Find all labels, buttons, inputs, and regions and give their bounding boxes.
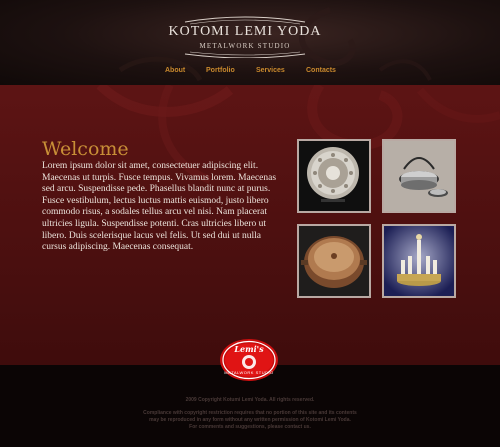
- badge-title: Lemi's: [234, 344, 264, 354]
- footer-badge[interactable]: Lemi's METALWORK STUDIO: [219, 338, 279, 382]
- welcome-heading: Welcome: [42, 138, 129, 160]
- legal-line-2: may be reproduced in any form without an…: [149, 417, 351, 423]
- gallery-thumb-kettle[interactable]: [382, 139, 456, 213]
- logo-title: Kotomi Lemi Yoda: [168, 24, 322, 39]
- gallery-thumb-plate[interactable]: [297, 139, 371, 213]
- silver-kettle-image: [384, 141, 454, 211]
- nav-about[interactable]: About: [165, 67, 185, 74]
- copper-pot-image: [299, 226, 369, 296]
- page: Kotomi Lemi Yoda Metalwork Studio About …: [0, 0, 500, 447]
- gallery-thumb-candle-holder[interactable]: [382, 224, 456, 298]
- site-logo[interactable]: Kotomi Lemi Yoda Metalwork Studio: [165, 14, 325, 58]
- main-nav: About Portfolio Services Contacts: [0, 67, 500, 79]
- logo-subtitle: Metalwork Studio: [199, 42, 291, 50]
- gallery-thumb-pot[interactable]: [297, 224, 371, 298]
- candle-holder-image: [384, 226, 454, 296]
- decorative-plate-image: [299, 141, 369, 211]
- nav-services[interactable]: Services: [256, 67, 285, 74]
- welcome-text: Lorem ipsum dolor sit amet, consectetuer…: [42, 161, 277, 253]
- legal-line-3: For comments and suggestions, please con…: [189, 424, 311, 430]
- legal-text: Compliance with copyright restriction re…: [110, 410, 390, 431]
- nav-portfolio[interactable]: Portfolio: [206, 67, 235, 74]
- badge-subtitle: METALWORK STUDIO: [224, 370, 274, 375]
- main-content: Welcome Lorem ipsum dolor sit amet, cons…: [0, 85, 500, 365]
- site-header: Kotomi Lemi Yoda Metalwork Studio About …: [0, 0, 500, 85]
- legal-line-1: Compliance with copyright restriction re…: [143, 410, 357, 416]
- nav-contacts[interactable]: Contacts: [306, 67, 336, 74]
- copyright-text: 2009 Copyright Kotumi Lemi Yoda. All rig…: [185, 397, 315, 403]
